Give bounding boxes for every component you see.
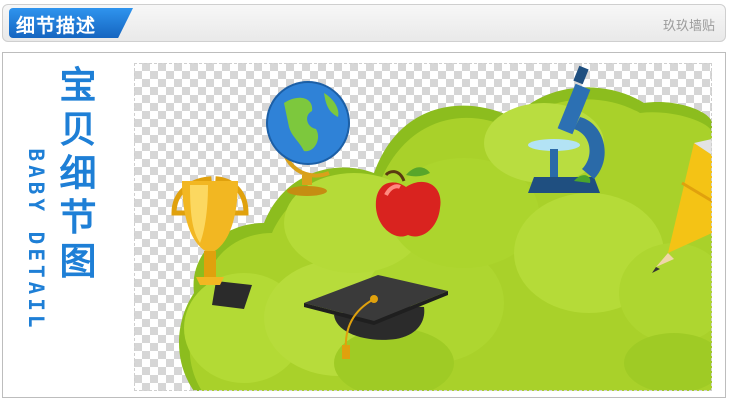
tree-wall-sticker [171, 65, 712, 391]
side-label-char: 节 [59, 196, 97, 239]
side-label-char: 细 [59, 152, 97, 195]
header-bar: 细节描述 玖玖墙贴 [2, 4, 726, 42]
shop-name: 玖玖墙贴 [662, 19, 715, 34]
side-label-char: 图 [59, 240, 97, 283]
side-label-chinese: 宝 贝 细 节 图 [58, 64, 98, 284]
side-label-english: BABY DETAIL [22, 120, 50, 360]
header-title: 细节描述 [16, 15, 97, 37]
side-label-char: 贝 [59, 108, 97, 151]
header-title-tab: 细节描述 [9, 8, 133, 38]
tree-foliage [179, 87, 712, 391]
side-label-english-text: BABY DETAIL [24, 148, 48, 332]
product-detail-image [134, 63, 712, 391]
side-label-char: 宝 [59, 64, 97, 107]
